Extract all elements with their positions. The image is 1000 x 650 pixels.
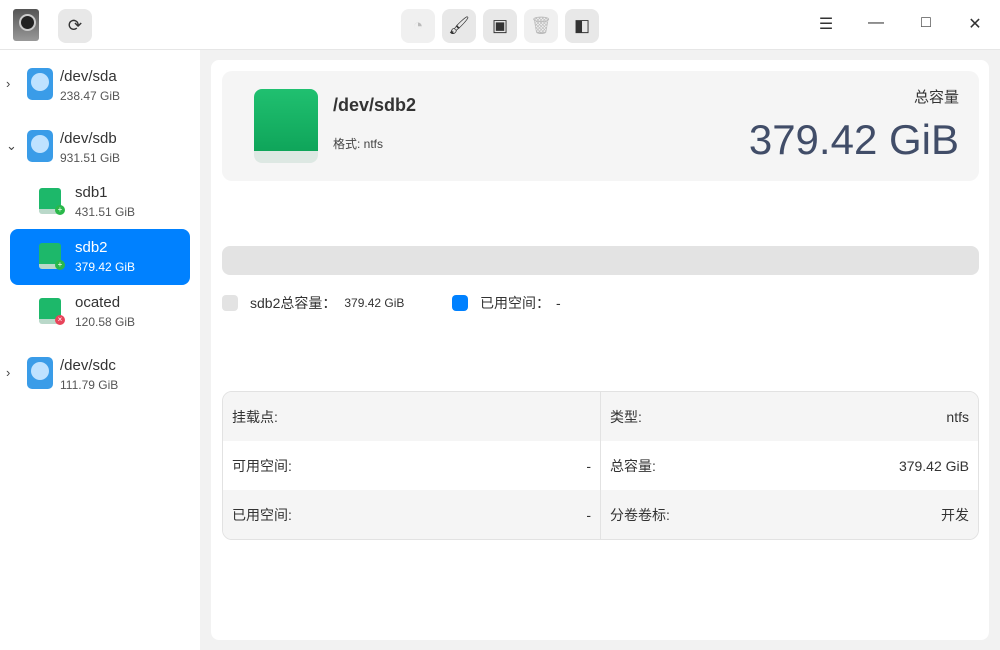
disk-name: /dev/sdb [60, 130, 117, 147]
disk-icon [27, 130, 53, 162]
partition-size: 120.58 GiB [75, 315, 136, 329]
info-value: ntfs [946, 408, 969, 425]
maximize-button[interactable]: □ [914, 14, 938, 32]
legend-used-label: 已用空间： [480, 295, 550, 311]
disk-name: /dev/sdc [60, 357, 116, 374]
partition-item-sdb2[interactable]: + sdb2 379.42 GiB [10, 229, 190, 285]
info-table: 挂载点: 类型: ntfs 可用空间: - 总容量: 379.42 GiB 已用空间:… [222, 391, 979, 540]
table-row: 已用空间: - 分卷卷标: 开发 [223, 490, 978, 539]
unmounted-badge-icon: × [55, 315, 65, 325]
titlebar: ⟳ ◔ 🖌 ▣ 🗑 ◧ ☰ — □ ✕ [0, 0, 1000, 50]
partition-item-ocated[interactable]: × ocated 120.58 GiB [10, 284, 190, 340]
partition-large-icon [254, 89, 318, 163]
partition-name: ocated [75, 294, 121, 311]
partition-button[interactable]: ◔ [401, 9, 435, 43]
partition-name: sdb1 [75, 184, 108, 201]
disk-name: /dev/sda [60, 68, 117, 85]
wipe-button[interactable]: 🖌 [442, 9, 476, 43]
legend-total-label: sdb2总容量： [250, 295, 337, 311]
total-capacity-label: 总容量 [913, 89, 959, 106]
total-capacity-value: 379.42 GiB [748, 116, 959, 163]
disk-icon [27, 357, 53, 389]
legend-total: sdb2总容量： 379.42 GiB [222, 293, 404, 313]
disk-item-sdb[interactable]: ⌄ /dev/sdb 931.51 GiB [6, 120, 190, 176]
info-key: 已用空间: [232, 506, 292, 523]
chevron-down-icon[interactable]: ⌄ [6, 138, 17, 154]
used-swatch [452, 295, 468, 311]
info-value: 开发 [941, 506, 969, 523]
legend-total-value: 379.42 GiB [344, 296, 405, 310]
info-value: 379.42 GiB [898, 457, 969, 474]
delete-button[interactable]: 🗑 [524, 9, 558, 43]
mounted-badge-icon: + [55, 205, 65, 215]
app-logo-icon [13, 9, 39, 41]
minimize-button[interactable]: — [864, 14, 888, 32]
partition-header: /dev/sdb2 格式: ntfs 总容量 379.42 GiB [222, 71, 979, 181]
mounted-badge-icon: + [55, 260, 65, 270]
table-row: 挂载点: 类型: ntfs [223, 392, 978, 441]
partition-size: 379.42 GiB [75, 260, 136, 274]
chevron-right-icon[interactable]: › [6, 365, 10, 380]
disk-icon [27, 68, 53, 100]
info-key: 类型: [610, 408, 642, 425]
info-key: 分卷卷标: [610, 506, 670, 523]
info-value: - [586, 506, 591, 523]
usage-bar [222, 246, 979, 275]
info-key: 总容量: [610, 457, 656, 474]
disk-item-sda[interactable]: › /dev/sda 238.47 GiB [6, 58, 190, 114]
refresh-button[interactable]: ⟳ [58, 9, 92, 43]
legend-used-value: - [556, 295, 561, 311]
table-row: 可用空间: - 总容量: 379.42 GiB [223, 441, 978, 490]
partition-size: 431.51 GiB [75, 205, 136, 219]
partition-format: 格式: ntfs [333, 137, 384, 151]
disk-size: 111.79 GiB [60, 378, 119, 392]
disk-item-sdc[interactable]: › /dev/sdc 111.79 GiB [6, 347, 190, 403]
disk-size: 238.47 GiB [60, 89, 121, 103]
info-value: - [586, 457, 591, 474]
menu-button[interactable]: ☰ [814, 14, 838, 34]
legend-used: 已用空间： - [452, 293, 561, 313]
chevron-right-icon[interactable]: › [6, 76, 10, 91]
info-key: 可用空间: [232, 457, 292, 474]
disk-size: 931.51 GiB [60, 151, 121, 165]
partition-title: /dev/sdb2 [333, 95, 417, 115]
partition-details: /dev/sdb2 格式: ntfs 总容量 379.42 GiB sdb2总容… [211, 60, 989, 640]
device-sidebar: › /dev/sda 238.47 GiB ⌄ /dev/sdb 931.51 … [0, 50, 200, 650]
close-button[interactable]: ✕ [963, 14, 987, 34]
partition-item-sdb1[interactable]: + sdb1 431.51 GiB [10, 174, 190, 230]
resize-button[interactable]: ◧ [565, 9, 599, 43]
total-swatch [222, 295, 238, 311]
partition-name: sdb2 [75, 239, 108, 256]
mount-button[interactable]: ▣ [483, 9, 517, 43]
info-key: 挂载点: [232, 408, 278, 425]
